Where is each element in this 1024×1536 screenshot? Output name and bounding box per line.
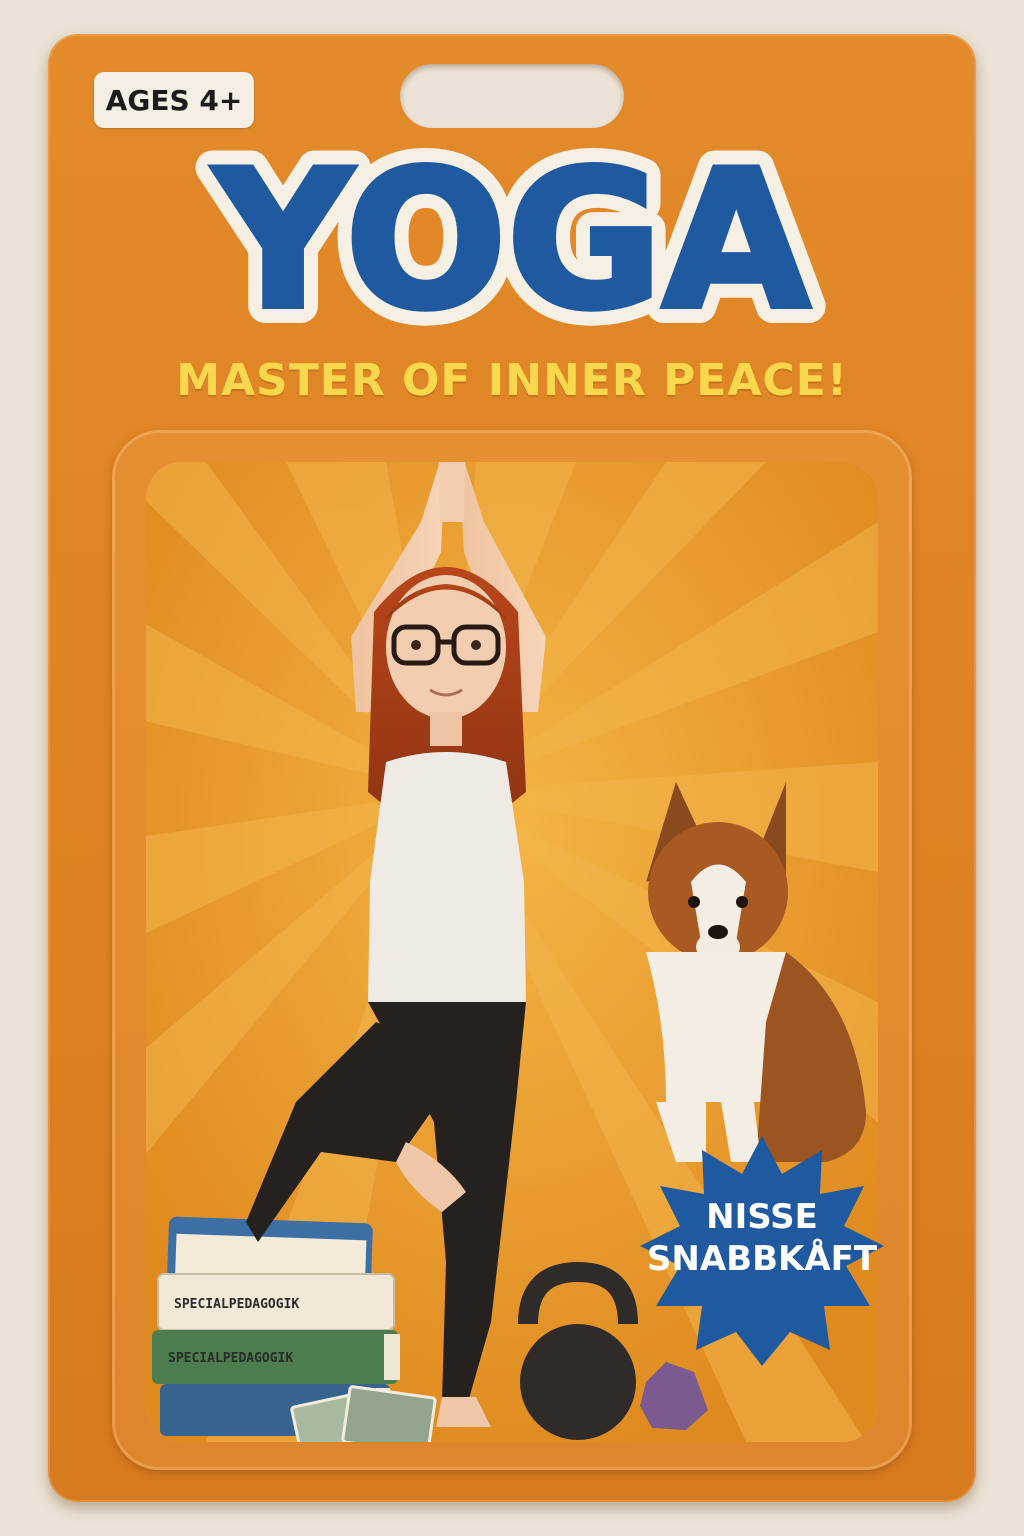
title-svg: YOGA YOGA (195, 113, 826, 368)
sticker-line-1: NISSE (706, 1197, 818, 1237)
hang-hole (400, 64, 624, 128)
title-text: YOGA (212, 148, 809, 348)
sticker-line-2: SNABBKÅFT (646, 1239, 878, 1279)
name-sticker: NISSE SNABBKÅFT (640, 1136, 884, 1366)
package-subtitle: MASTER OF INNER PEACE! (176, 355, 848, 406)
sticker-text: NISSE SNABBKÅFT (640, 1196, 884, 1280)
package-title: YOGA YOGA (140, 113, 884, 368)
book-label-2: SPECIALPEDAGOGIK (168, 1351, 293, 1366)
age-badge: AGES 4+ (94, 72, 254, 128)
book-label-1: SPECIALPEDAGOGIK (174, 1297, 299, 1312)
